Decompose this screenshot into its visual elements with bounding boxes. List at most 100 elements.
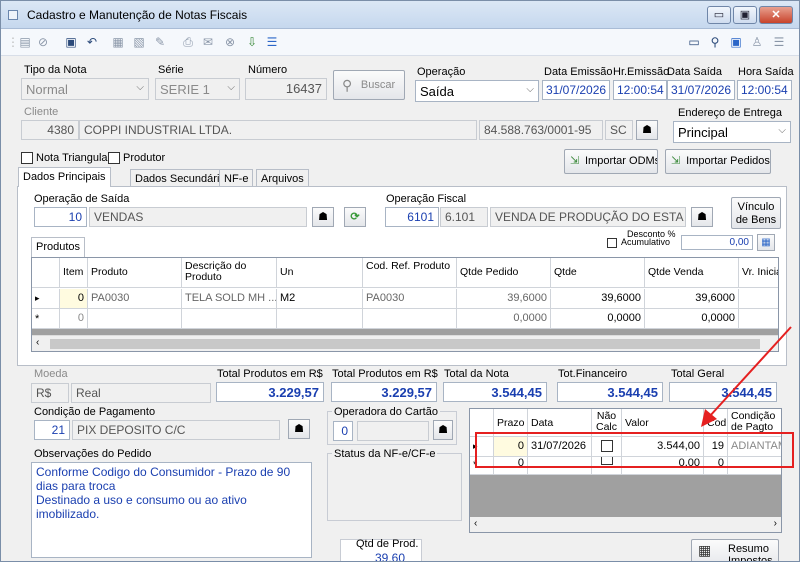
copy-icon[interactable]: ▦	[111, 35, 125, 49]
status-label: Status da NF-e/CF-e	[332, 448, 438, 460]
cliente-search-button[interactable]: ☗	[636, 120, 658, 140]
hora-saida-input[interactable]: 12:00:54	[737, 80, 792, 100]
edit-icon[interactable]: ✎	[153, 35, 167, 49]
toolbar-grip-icon: ⋮	[7, 35, 19, 49]
data-saida-input[interactable]: 31/07/2026	[667, 80, 735, 100]
numero-input[interactable]: 16437	[245, 78, 327, 100]
col-descricao[interactable]: Descrição do Produto	[182, 258, 277, 288]
cell-codref[interactable]: PA0030	[363, 289, 457, 309]
tipo-nota-select[interactable]: Normal ⌵	[21, 78, 149, 100]
cell-descricao[interactable]: TELA SOLD MH ...	[182, 289, 277, 309]
cell-produto[interactable]	[88, 309, 182, 329]
produtor-checkbox[interactable]	[108, 152, 120, 164]
col-qtde[interactable]: Qtde	[551, 258, 645, 288]
cfop-search-button[interactable]: ☗	[691, 207, 713, 227]
row-new-icon: *	[32, 309, 60, 329]
cell-codref[interactable]	[363, 309, 457, 329]
list-icon[interactable]: ☰	[265, 35, 279, 49]
maximize-button[interactable]: ▣	[733, 6, 757, 24]
hr-emissao-input[interactable]: 12:00:54	[613, 80, 667, 100]
scrollbar-thumb[interactable]	[50, 339, 760, 349]
scroll-right-icon[interactable]: ›	[774, 518, 777, 529]
endereco-select[interactable]: Principal ⌵	[673, 121, 791, 143]
cell-qtde-pedido[interactable]: 0,0000	[457, 309, 551, 329]
cfop-input[interactable]: 6101	[385, 207, 439, 227]
magnifier-icon: ⚲	[342, 77, 353, 93]
cliente-name-input[interactable]: COPPI INDUSTRIAL LTDA.	[79, 120, 477, 140]
close-button[interactable]: ✕	[759, 6, 793, 24]
block-icon[interactable]: ⊗	[223, 35, 237, 49]
cancel-icon[interactable]: ⊘	[36, 35, 50, 49]
cell-descricao[interactable]	[182, 309, 277, 329]
minimize-button[interactable]: ▭	[707, 6, 731, 24]
col-qtde-venda[interactable]: Qtde Venda	[645, 258, 739, 288]
importar-odms-label: Importar ODMs	[585, 155, 658, 167]
condicao-code[interactable]: 21	[34, 420, 70, 440]
cell-qtde-pedido[interactable]: 39,6000	[457, 289, 551, 309]
tab-produtos[interactable]: Produtos	[31, 237, 86, 257]
cell-qtde[interactable]: 0,0000	[551, 309, 645, 329]
cell-item[interactable]: 0	[60, 309, 88, 329]
cell-qtde-venda[interactable]: 39,6000	[645, 289, 739, 309]
screen-icon[interactable]: ▣	[729, 35, 743, 49]
table-row[interactable]: ▸ 0 PA0030 TELA SOLD MH ... M2 PA0030 39…	[32, 289, 778, 309]
operacao-select[interactable]: Saída ⌵	[415, 80, 539, 102]
email-icon[interactable]: ✉	[201, 35, 215, 49]
data-emissao-input[interactable]: 31/07/2026	[542, 80, 610, 100]
desconto-input[interactable]: 0,00	[681, 235, 753, 250]
operacao-saida-search-button[interactable]: ☗	[312, 207, 334, 227]
calculator-button[interactable]: ▦	[757, 234, 775, 251]
cell-un[interactable]: M2	[277, 289, 363, 309]
col-qtde-pedido[interactable]: Qtde Pedido	[457, 258, 551, 288]
observacoes-textarea[interactable]: Conforme Codigo do Consumidor - Prazo de…	[31, 462, 312, 558]
horizontal-scrollbar[interactable]: ‹ ›	[470, 517, 781, 532]
resumo-impostos-button[interactable]: ▦ Resumo Impostos	[691, 539, 779, 561]
refresh-button[interactable]: ⟳	[344, 207, 366, 227]
cell-qtde[interactable]: 39,6000	[551, 289, 645, 309]
menu-icon[interactable]: ☰	[772, 35, 786, 49]
col-vr-inicial[interactable]: Vr. Inicia	[739, 258, 778, 288]
cliente-code-input[interactable]: 4380	[21, 120, 79, 140]
condicao-search-button[interactable]: ☗	[288, 419, 310, 439]
operacao-saida-code[interactable]: 10	[34, 207, 87, 227]
cell-un[interactable]	[277, 309, 363, 329]
tab-dados-principais[interactable]: Dados Principais	[18, 167, 111, 187]
operacao-saida-name[interactable]: VENDAS	[89, 207, 307, 227]
acumulativo-label: Acumulativo	[621, 237, 671, 247]
operadora-code[interactable]: 0	[333, 421, 353, 441]
print-icon[interactable]: ⎙	[181, 35, 195, 49]
serie-select[interactable]: SERIE 1 ⌵	[155, 78, 240, 100]
scroll-left-icon[interactable]: ‹	[474, 518, 477, 529]
cnpj-input[interactable]: 84.588.763/0001-95	[479, 120, 603, 140]
vinculo-bens-button[interactable]: Vínculo de Bens	[731, 197, 781, 229]
col-item[interactable]: Item	[60, 258, 88, 288]
cell-item[interactable]: 0	[60, 289, 88, 309]
window-icon[interactable]: ▭	[687, 35, 701, 49]
col-un[interactable]: Un	[277, 258, 363, 288]
col-codref[interactable]: Cod. Ref. Produto	[363, 258, 457, 288]
col-produto[interactable]: Produto	[88, 258, 182, 288]
cell-produto[interactable]: PA0030	[88, 289, 182, 309]
filter-icon[interactable]: ▧	[132, 35, 146, 49]
download-icon[interactable]: ⇩	[245, 35, 259, 49]
table-row[interactable]: * 0 0,0000 0,0000 0,0000	[32, 309, 778, 329]
new-icon[interactable]: ▤	[18, 35, 32, 49]
tab-nfe[interactable]: NF-e	[219, 169, 254, 187]
search-icon[interactable]: ⚲	[708, 35, 722, 49]
save-icon[interactable]: ▣	[64, 35, 78, 49]
scroll-left-icon[interactable]: ‹	[36, 337, 39, 348]
total-produtos-2-value: 3.229,57	[331, 382, 437, 402]
undo-icon[interactable]: ↶	[85, 35, 99, 49]
tab-arquivos[interactable]: Arquivos	[256, 169, 309, 187]
acumulativo-checkbox[interactable]	[607, 238, 617, 248]
cell-vr[interactable]	[739, 289, 778, 309]
total-nota-label: Total da Nota	[444, 368, 509, 380]
nota-triangular-checkbox[interactable]	[21, 152, 33, 164]
horizontal-scrollbar[interactable]: ‹	[32, 335, 778, 351]
user-icon[interactable]: ♙	[750, 35, 764, 49]
produtor-label: Produtor	[123, 152, 166, 164]
uf-input[interactable]: SC	[605, 120, 633, 140]
operadora-search-button[interactable]: ☗	[433, 420, 453, 440]
total-nota-value: 3.544,45	[443, 382, 547, 402]
buscar-button[interactable]: ⚲ Buscar	[333, 70, 405, 100]
